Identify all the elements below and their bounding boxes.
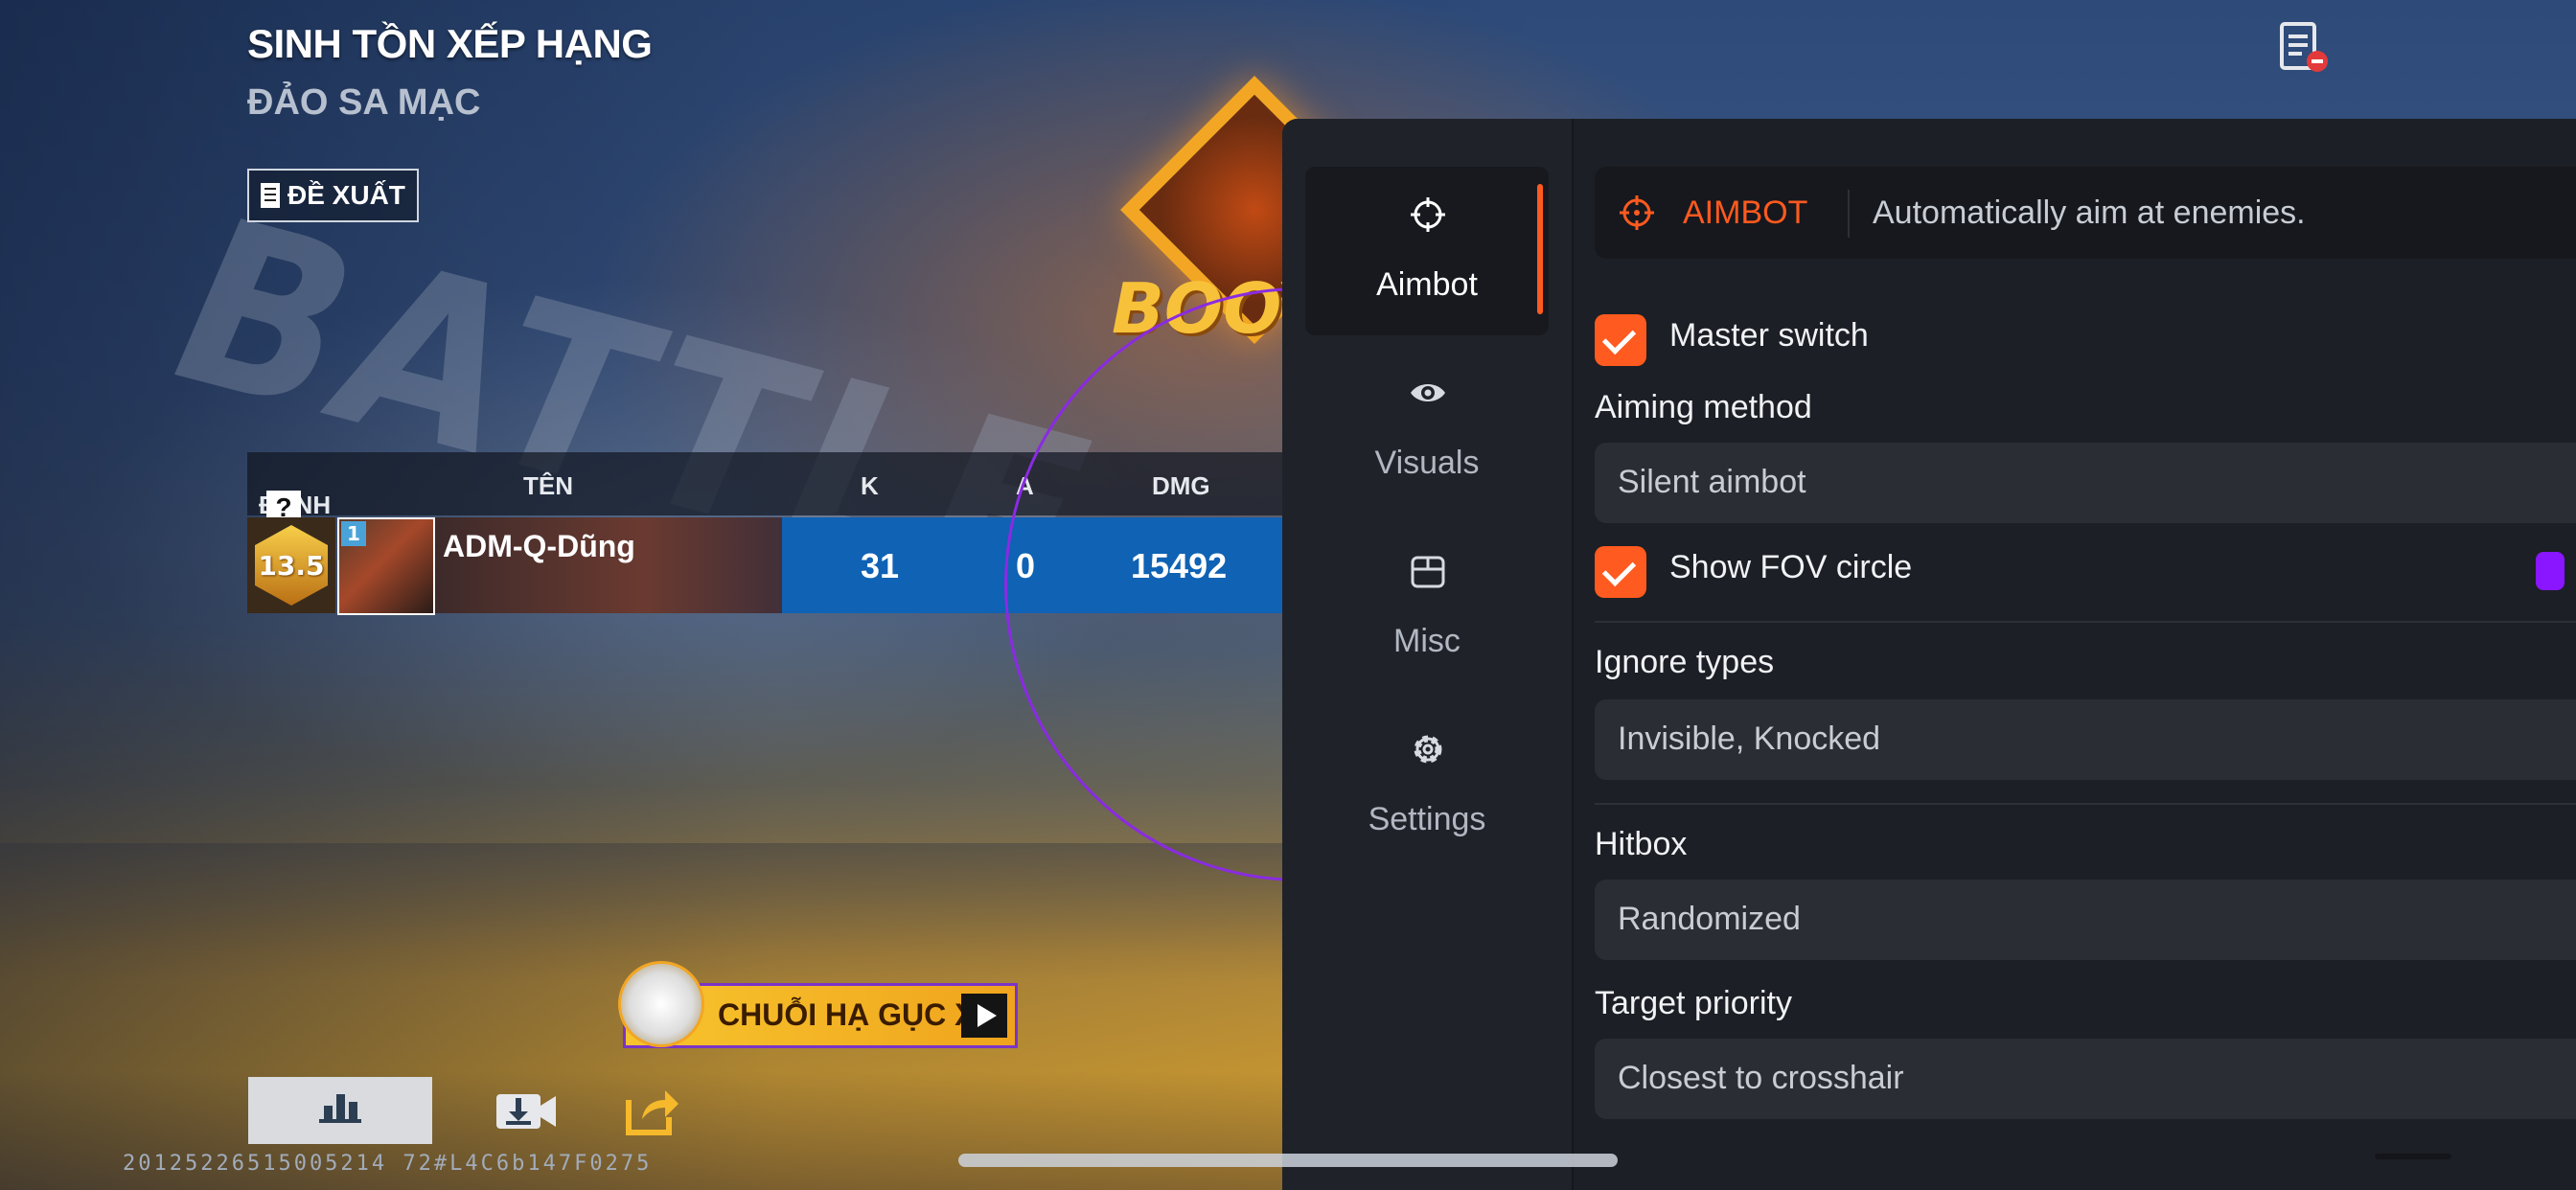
report-list-icon bbox=[2280, 22, 2328, 72]
streak-mascot-icon bbox=[618, 961, 704, 1047]
gear-icon bbox=[1414, 735, 1442, 764]
bar-chart-icon bbox=[319, 1094, 361, 1123]
target-priority-label: Target priority bbox=[1595, 985, 1792, 1021]
header-kills: K bbox=[861, 471, 879, 500]
fov-circle-checkbox[interactable] bbox=[1595, 546, 1646, 598]
recommend-label: ĐỀ XUẤT bbox=[288, 180, 405, 210]
nav-settings-label: Settings bbox=[1368, 801, 1486, 837]
player-level: 1 bbox=[341, 521, 366, 546]
header-divider bbox=[1848, 190, 1850, 238]
cheat-menu-panel: Aimbot Visuals Misc Settings AIMBOT Auto… bbox=[1282, 119, 2576, 1190]
share-icon bbox=[626, 1090, 678, 1135]
stats-tab-button[interactable] bbox=[248, 1077, 432, 1144]
kill-streak-banner[interactable]: CHUỖI HẠ GỤC X6 bbox=[618, 961, 1018, 1048]
download-video-icon bbox=[496, 1094, 556, 1129]
panel-scroll-indicator bbox=[2375, 1154, 2451, 1159]
play-icon[interactable] bbox=[961, 994, 1007, 1038]
map-name: ĐẢO SA MẠC bbox=[247, 82, 481, 123]
section-description: Automatically aim at enemies. bbox=[1873, 195, 2306, 231]
nav-visuals-label: Visuals bbox=[1374, 445, 1480, 481]
hitbox-value: Randomized bbox=[1618, 901, 1801, 937]
aiming-method-select[interactable]: Silent aimbot bbox=[1595, 443, 2576, 523]
nav-misc-label: Misc bbox=[1393, 623, 1460, 659]
nav-settings[interactable]: Settings bbox=[1305, 701, 1549, 870]
match-id: 20125226515005214 72#L4C6b147F0275 bbox=[123, 1152, 653, 1176]
recommend-button[interactable]: ĐỀ XUẤT bbox=[247, 169, 419, 222]
target-priority-select[interactable]: Closest to crosshair bbox=[1595, 1039, 2576, 1119]
hitbox-select[interactable]: Randomized bbox=[1595, 880, 2576, 960]
master-switch-checkbox[interactable] bbox=[1595, 314, 1646, 366]
ignore-types-label: Ignore types bbox=[1595, 644, 1775, 680]
header-name: TÊN bbox=[523, 471, 573, 500]
kills-value: 31 bbox=[861, 546, 900, 585]
divider bbox=[1595, 621, 2576, 623]
ignore-types-value: Invisible, Knocked bbox=[1618, 721, 1881, 757]
avatar[interactable]: 1 bbox=[337, 517, 435, 615]
crosshair-icon bbox=[1411, 197, 1445, 232]
crosshair-icon bbox=[1620, 195, 1654, 230]
rank-badge: 13.5 bbox=[247, 517, 335, 613]
document-icon bbox=[261, 183, 280, 208]
ignore-types-select[interactable]: Invisible, Knocked bbox=[1595, 699, 2576, 780]
aiming-method-label: Aiming method bbox=[1595, 389, 1812, 425]
share-button[interactable] bbox=[621, 1079, 684, 1142]
nav-aimbot[interactable]: Aimbot bbox=[1305, 167, 1549, 335]
player-name: ADM-Q-Dũng bbox=[443, 529, 635, 563]
fov-color-swatch[interactable] bbox=[2536, 552, 2564, 590]
nav-visuals[interactable]: Visuals bbox=[1305, 345, 1549, 514]
divider bbox=[1595, 803, 2576, 805]
home-indicator[interactable] bbox=[958, 1154, 1618, 1167]
fov-circle-label: Show FOV circle bbox=[1669, 549, 1913, 585]
report-list-button[interactable] bbox=[2279, 21, 2329, 75]
master-switch-label: Master switch bbox=[1669, 317, 1869, 354]
menu-sidebar: Aimbot Visuals Misc Settings bbox=[1282, 119, 1574, 1190]
target-priority-value: Closest to crosshair bbox=[1618, 1060, 1904, 1096]
hitbox-label: Hitbox bbox=[1595, 826, 1688, 862]
streak-label: CHUỖI HẠ GỤC X6 bbox=[718, 997, 993, 1032]
active-indicator bbox=[1537, 184, 1543, 314]
aimbot-settings: AIMBOT Automatically aim at enemies. Mas… bbox=[1572, 119, 2576, 1190]
section-title: AIMBOT bbox=[1683, 195, 1808, 231]
aiming-method-value: Silent aimbot bbox=[1618, 464, 1806, 500]
nav-misc[interactable]: Misc bbox=[1305, 523, 1549, 692]
save-replay-button[interactable] bbox=[493, 1083, 560, 1138]
eye-icon bbox=[1411, 384, 1445, 401]
box-icon bbox=[1411, 556, 1445, 588]
mode-title: SINH TỒN XẾP HẠNG bbox=[247, 21, 653, 66]
nav-aimbot-label: Aimbot bbox=[1376, 266, 1478, 303]
section-header: AIMBOT Automatically aim at enemies. bbox=[1595, 167, 2576, 259]
rank-value: 13.5 bbox=[255, 525, 328, 606]
